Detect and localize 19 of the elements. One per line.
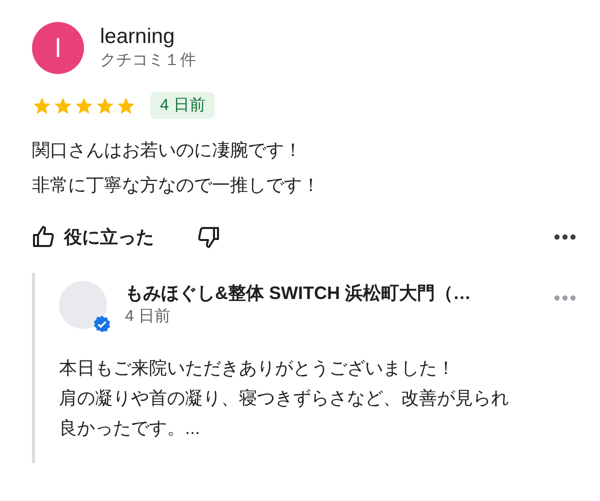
owner-name: もみほぐし&整体 SWITCH 浜松町大門（… — [125, 282, 471, 305]
reply-text: 良かったです。... — [59, 417, 202, 440]
more-icon — [554, 295, 576, 301]
not-helpful-button[interactable] — [196, 225, 220, 249]
reviewer-name: learning — [100, 24, 176, 50]
review-count: クチコミ１件 — [100, 51, 196, 71]
date-badge: 4 日前 — [150, 92, 216, 119]
helpful-button[interactable]: 役に立った — [32, 225, 154, 249]
thumbs-up-icon — [32, 225, 56, 249]
more-icon — [554, 234, 576, 240]
more-button[interactable] — [554, 234, 576, 240]
thumbs-down-icon — [196, 225, 220, 249]
review-text: 非常に丁寧な方なので一推しです！ — [32, 174, 321, 197]
reply-date: 4 日前 — [125, 307, 172, 327]
review-text: 関口さんはお若いのに凄腕です！ — [32, 139, 303, 162]
reply-text: 本日もご来院いただきありがとうございました！ — [59, 357, 456, 380]
user-avatar: l — [32, 22, 84, 74]
reply-text: 肩の凝りや首の凝り、寝つきずらさなど、改善が見られ — [59, 387, 510, 410]
owner-avatar — [59, 281, 107, 329]
